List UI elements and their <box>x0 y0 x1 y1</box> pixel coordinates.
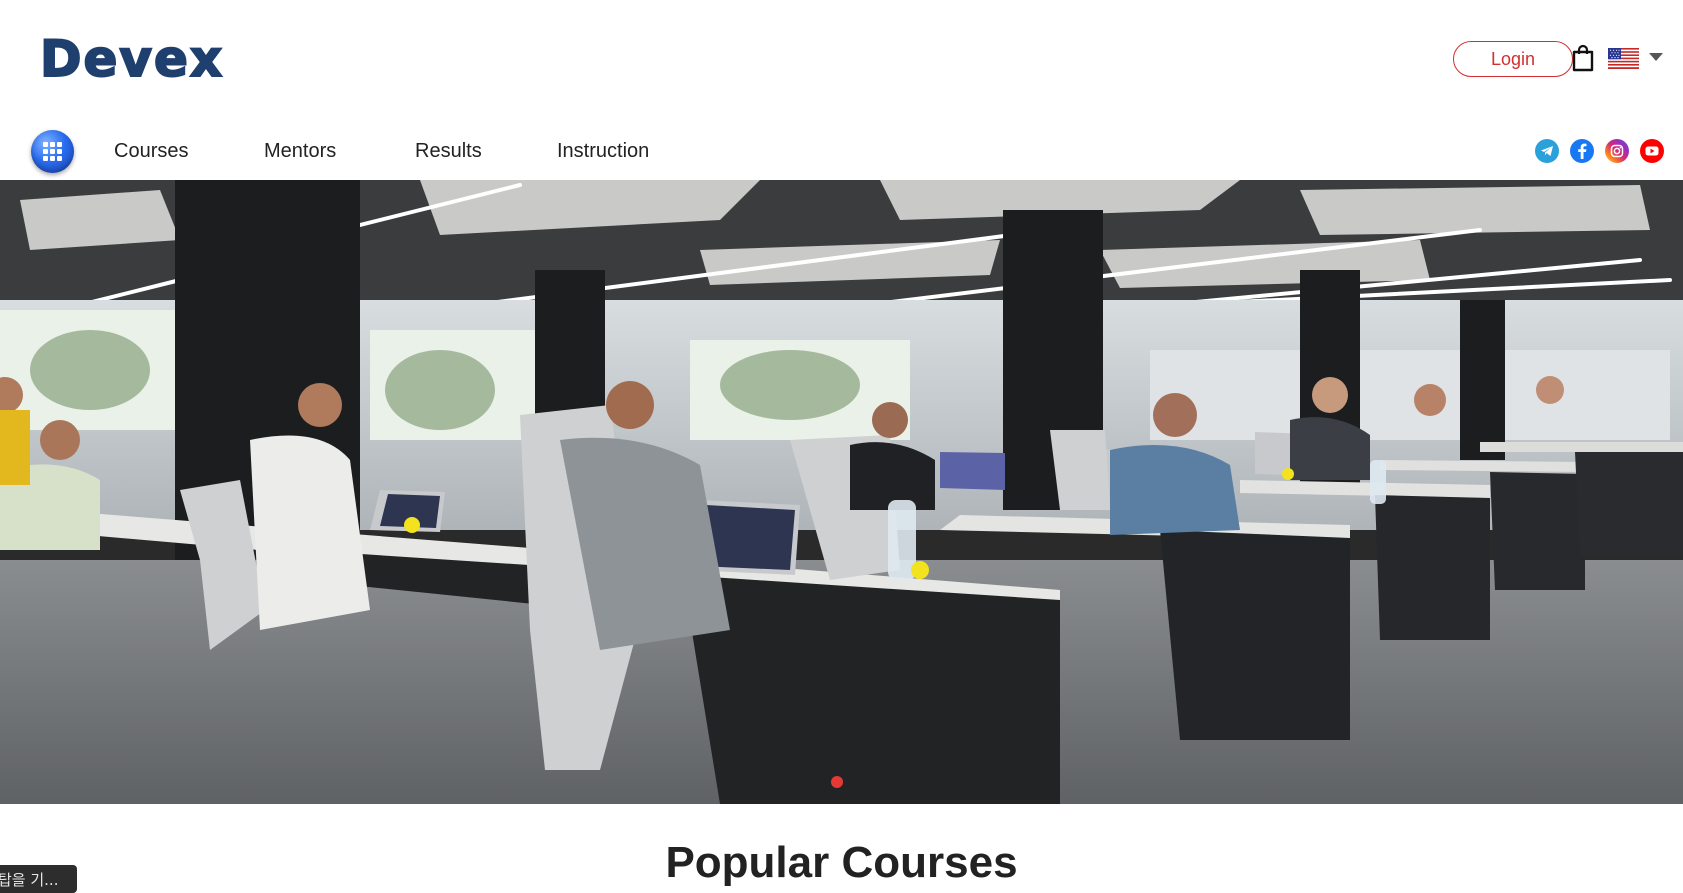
us-flag-icon[interactable] <box>1608 48 1639 69</box>
nav-item-mentors[interactable]: Mentors <box>264 140 336 163</box>
hero-image <box>0 180 1683 804</box>
carousel-dot-active[interactable] <box>831 776 843 788</box>
login-button[interactable]: Login <box>1453 41 1573 77</box>
instagram-icon[interactable] <box>1605 139 1629 163</box>
nav-item-courses[interactable]: Courses <box>114 140 188 163</box>
language-dropdown-caret-icon[interactable] <box>1649 53 1663 61</box>
telegram-icon[interactable] <box>1535 139 1559 163</box>
main-nav: Courses Mentors Results Instruction <box>0 125 1683 180</box>
popular-courses-heading: Popular Courses <box>665 838 1018 887</box>
hero-banner[interactable] <box>0 180 1683 804</box>
nav-item-instruction[interactable]: Instruction <box>557 140 649 163</box>
brand-logo[interactable]: Devex <box>39 29 224 89</box>
shopping-bag-icon[interactable] <box>1571 44 1595 72</box>
nav-item-results[interactable]: Results <box>415 140 482 163</box>
youtube-icon[interactable] <box>1640 139 1664 163</box>
facebook-icon[interactable] <box>1570 139 1594 163</box>
top-header: Devex Login <box>0 0 1683 120</box>
apps-menu-button[interactable] <box>31 130 74 173</box>
tooltip: 탑을 기... <box>0 865 77 893</box>
grid-icon <box>43 142 62 161</box>
